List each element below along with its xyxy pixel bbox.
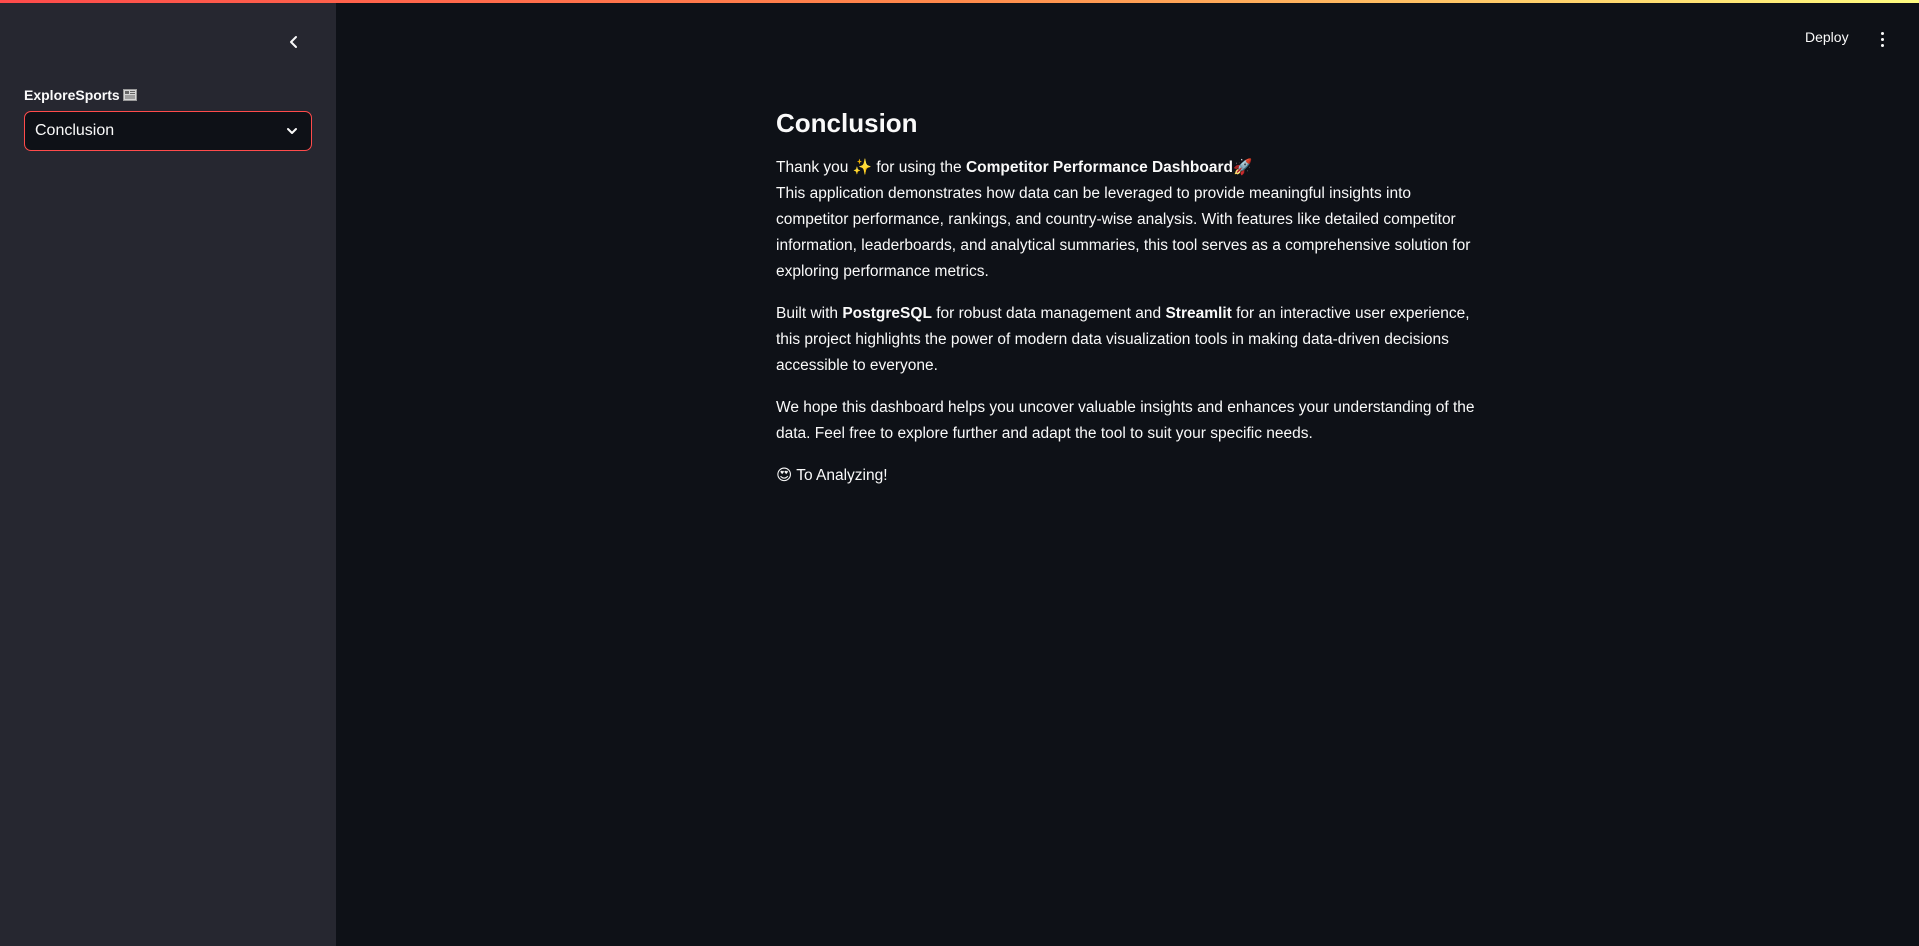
select-label-text: ExploreSports <box>24 87 120 103</box>
top-decoration-bar <box>0 0 1919 3</box>
page-selectbox[interactable]: Conclusion <box>24 111 312 151</box>
tech-postgresql: PostgreSQL <box>842 305 932 322</box>
kebab-dot-icon <box>1880 43 1884 47</box>
rocket-icon: 🚀 <box>1232 159 1253 176</box>
intro-text-a: Thank you <box>776 159 849 176</box>
intro-text-b: for using the <box>876 159 962 176</box>
main-content: Conclusion Thank you ✨ for using the Com… <box>776 105 1486 505</box>
deploy-button[interactable]: Deploy <box>1805 29 1849 45</box>
collapse-sidebar-button[interactable] <box>282 30 306 54</box>
sparkles-icon: ✨ <box>852 159 873 176</box>
kebab-dot-icon <box>1880 37 1884 41</box>
signoff-text: To Analyzing! <box>796 467 888 484</box>
chevron-down-icon <box>287 128 297 134</box>
signoff-paragraph: 😍 To Analyzing! <box>776 463 1486 489</box>
newspaper-icon <box>122 89 137 101</box>
chevron-left-icon <box>290 36 297 48</box>
tech-streamlit: Streamlit <box>1165 305 1232 322</box>
intro-paragraph: Thank you ✨ for using the Competitor Per… <box>776 155 1486 285</box>
main-menu-button[interactable] <box>1874 28 1890 50</box>
selectbox-value: Conclusion <box>35 122 115 139</box>
tech-text-a: Built with <box>776 305 839 322</box>
sidebar: ExploreSports Conclusion <box>0 0 336 946</box>
heart-eyes-icon: 😍 <box>776 467 793 484</box>
page-title: Conclusion <box>776 108 918 138</box>
dashboard-name: Competitor Performance Dashboard <box>965 159 1233 176</box>
select-label: ExploreSports <box>24 87 137 103</box>
tech-paragraph: Built with PostgreSQL for robust data ma… <box>776 301 1486 379</box>
closing-paragraph: We hope this dashboard helps you uncover… <box>776 399 1475 442</box>
kebab-dot-icon <box>1880 31 1884 35</box>
tech-text-b: for robust data management and <box>936 305 1162 322</box>
intro-text-c: This application demonstrates how data c… <box>776 185 1471 280</box>
